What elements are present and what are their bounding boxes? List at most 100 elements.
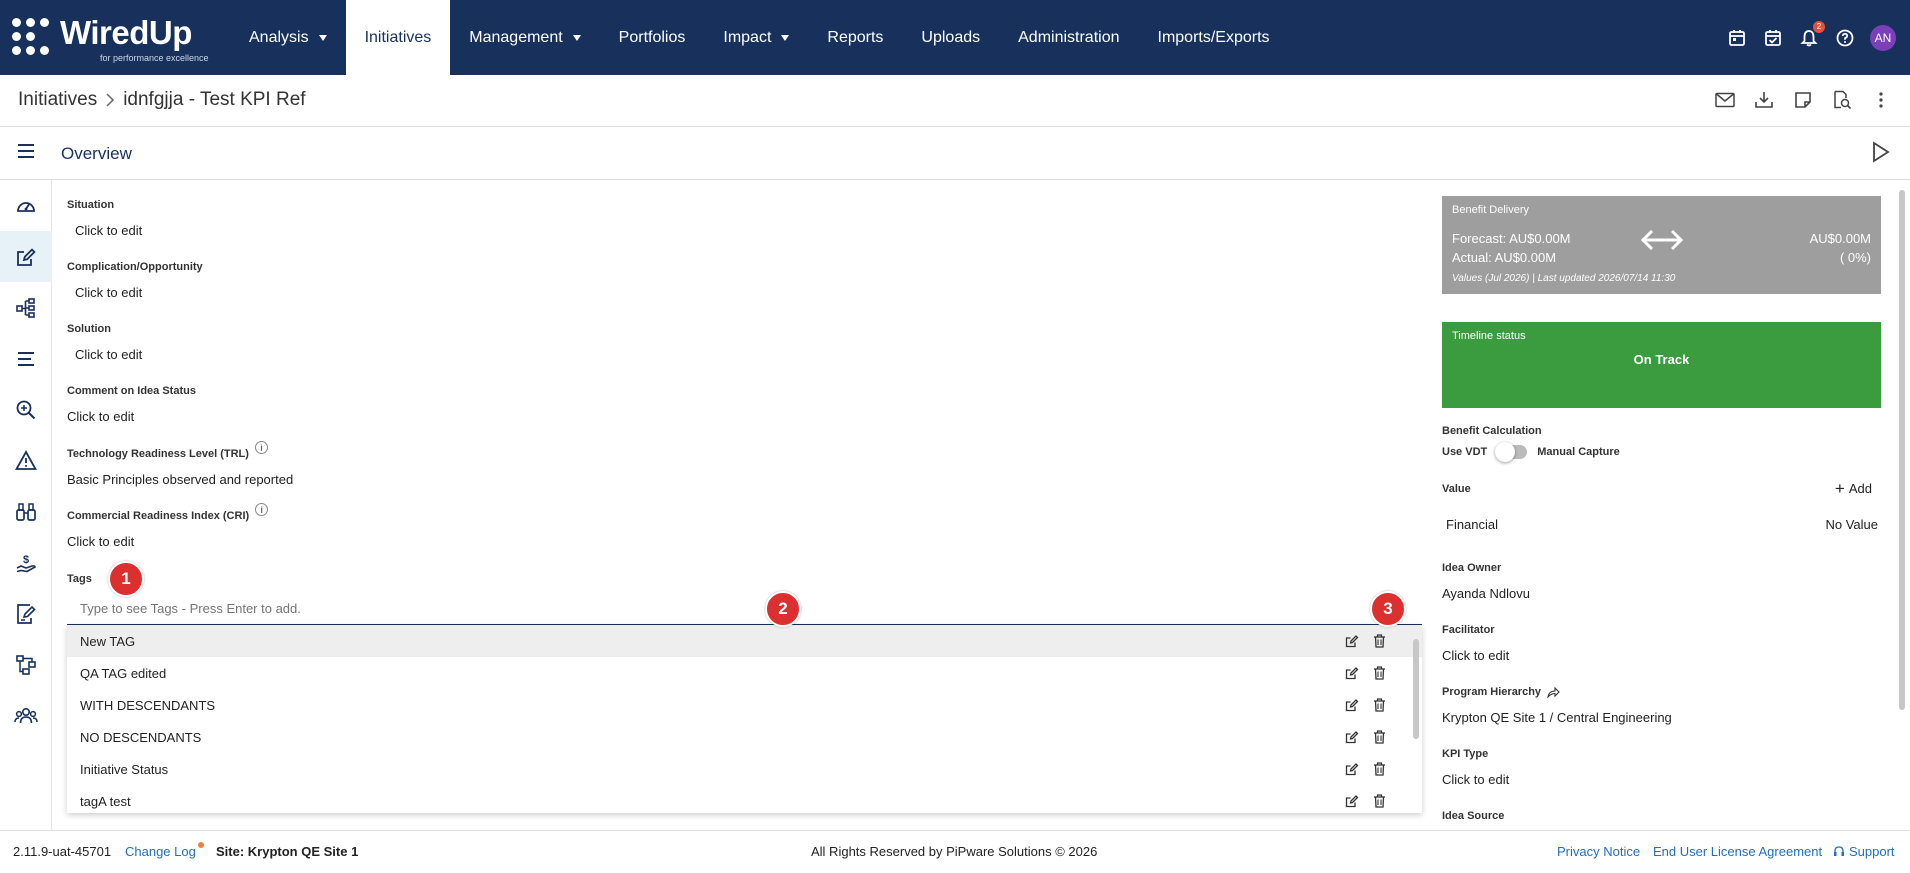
list-item[interactable]: NO DESCENDANTS	[67, 721, 1422, 753]
cri-value[interactable]: Click to edit	[67, 534, 268, 549]
solution-value[interactable]: Click to edit	[67, 347, 142, 362]
trash-icon[interactable]	[1373, 634, 1386, 648]
nav-management[interactable]: Management	[450, 0, 599, 75]
download-icon[interactable]	[1753, 89, 1775, 111]
info-icon[interactable]: i	[254, 441, 268, 454]
footer: 2.11.9-uat-45701 Change Log Site: Krypto…	[0, 830, 1910, 873]
benefit-delivery-title: Benefit Delivery	[1452, 204, 1530, 216]
tags-input[interactable]	[80, 601, 680, 616]
support-link[interactable]: Support	[1833, 844, 1895, 859]
trash-icon[interactable]	[1373, 762, 1386, 776]
edit-icon[interactable]	[1345, 698, 1359, 712]
manual-capture-label: Manual Capture	[1537, 446, 1620, 458]
comment-value[interactable]: Click to edit	[67, 409, 196, 424]
rail-dashboard-icon[interactable]	[0, 180, 52, 231]
tags-dropdown: New TAG QA TAG edited WITH DESCENDANTS N…	[67, 625, 1422, 813]
situation-label: Situation	[67, 199, 115, 211]
bell-icon[interactable]: 2	[1798, 20, 1825, 49]
list-item[interactable]: New TAG	[67, 625, 1422, 657]
list-item[interactable]: Initiative Status	[67, 753, 1422, 785]
benefit-calculation-field: Benefit Calculation Use VDT Manual Captu…	[1442, 425, 1882, 462]
version-label: 2.11.9-uat-45701	[13, 844, 112, 859]
change-log-link[interactable]: Change Log	[125, 844, 196, 859]
rail-workflow-icon[interactable]	[0, 639, 52, 690]
nav-reports[interactable]: Reports	[808, 0, 902, 75]
rail-signoff-icon[interactable]	[0, 588, 52, 639]
edit-icon[interactable]	[1345, 730, 1359, 744]
main-menu: Analysis Initiatives Management Portfoli…	[230, 0, 1289, 75]
trl-value[interactable]: Basic Principles observed and reported	[67, 472, 293, 487]
program-hierarchy-field: Program Hierarchy Krypton QE Site 1 / Ce…	[1442, 686, 1882, 725]
rail-hierarchy-icon[interactable]	[0, 282, 52, 333]
nav-portfolios[interactable]: Portfolios	[600, 0, 705, 75]
list-item[interactable]: QA TAG edited	[67, 657, 1422, 689]
rail-team-icon[interactable]	[0, 690, 52, 741]
kpi-type-value[interactable]: Click to edit	[1442, 772, 1882, 787]
hamburger-menu-icon[interactable]	[16, 142, 36, 160]
rail-warning-icon[interactable]	[0, 435, 52, 486]
trash-icon[interactable]	[1373, 698, 1386, 712]
complication-label: Complication/Opportunity	[67, 261, 203, 273]
edit-icon[interactable]	[1345, 794, 1359, 808]
overview-bar: Overview	[0, 128, 1910, 180]
copyright-text: All Rights Reserved by PiPware Solutions…	[811, 844, 1098, 859]
solution-field: Solution Click to edit	[67, 323, 142, 362]
value-label: Value	[1442, 483, 1471, 495]
program-hierarchy-value[interactable]: Krypton QE Site 1 / Central Engineering	[1442, 710, 1882, 725]
benefit-delivery-card[interactable]: Benefit Delivery Forecast: AU$0.00M Actu…	[1442, 196, 1881, 294]
add-value-button[interactable]: + Add	[1835, 480, 1872, 497]
forecast-label: Forecast: AU$0.00M	[1452, 231, 1571, 246]
calendar-check-icon[interactable]	[1762, 27, 1784, 49]
value-row[interactable]: Financial No Value	[1442, 517, 1882, 533]
nav-impact[interactable]: Impact	[704, 0, 808, 75]
benefit-calculation-toggle[interactable]	[1495, 442, 1528, 462]
tags-label: Tags	[67, 573, 92, 585]
rail-list-icon[interactable]	[0, 333, 52, 384]
more-vertical-icon[interactable]	[1870, 89, 1892, 111]
rail-benefit-hand-icon[interactable]: $	[0, 537, 52, 588]
list-item[interactable]: tagA test	[67, 785, 1422, 813]
share-icon[interactable]	[1547, 686, 1560, 698]
tags-input-box	[67, 595, 1422, 625]
note-icon[interactable]	[1792, 89, 1814, 111]
privacy-notice-link[interactable]: Privacy Notice	[1557, 844, 1640, 859]
site-label: Site: Krypton QE Site 1	[216, 844, 359, 859]
nav-initiatives[interactable]: Initiatives	[345, 0, 451, 75]
new-indicator-dot	[198, 842, 204, 848]
edit-icon[interactable]	[1345, 634, 1359, 648]
nav-analysis[interactable]: Analysis	[230, 0, 346, 75]
facilitator-field: Facilitator Click to edit	[1442, 624, 1882, 663]
situation-value[interactable]: Click to edit	[67, 223, 142, 238]
wiredup-logo[interactable]: WiredUp for performance excellence	[12, 14, 212, 64]
eula-link[interactable]: End User License Agreement	[1653, 844, 1822, 859]
idea-owner-value[interactable]: Ayanda Ndlovu	[1442, 586, 1882, 601]
page-scrollbar[interactable]	[1897, 180, 1907, 830]
email-icon[interactable]	[1714, 89, 1736, 111]
breadcrumb-root[interactable]: Initiatives	[18, 89, 97, 111]
user-avatar[interactable]: AN	[1870, 24, 1896, 51]
edit-icon[interactable]	[1345, 762, 1359, 776]
help-icon[interactable]	[1834, 27, 1856, 49]
timeline-status-card[interactable]: Timeline status On Track	[1442, 322, 1881, 408]
complication-value[interactable]: Click to edit	[67, 285, 203, 300]
document-search-icon[interactable]	[1831, 89, 1853, 111]
kpi-type-label: KPI Type	[1442, 748, 1489, 760]
info-icon[interactable]: i	[255, 503, 269, 516]
rail-edit-icon[interactable]	[0, 231, 52, 282]
trash-icon[interactable]	[1373, 666, 1386, 680]
nav-administration[interactable]: Administration	[999, 0, 1138, 75]
calendar-icon[interactable]	[1726, 27, 1748, 49]
rail-search-icon[interactable]	[0, 384, 52, 435]
double-arrow-icon	[1639, 228, 1685, 252]
play-icon[interactable]	[1870, 141, 1890, 163]
tags-scrollbar[interactable]	[1412, 629, 1420, 809]
rail-binoculars-icon[interactable]	[0, 486, 52, 537]
logo-tagline: for performance excellence	[100, 53, 209, 63]
list-item[interactable]: WITH DESCENDANTS	[67, 689, 1422, 721]
trash-icon[interactable]	[1373, 794, 1386, 808]
nav-uploads[interactable]: Uploads	[902, 0, 999, 75]
facilitator-value[interactable]: Click to edit	[1442, 648, 1882, 663]
nav-imports-exports[interactable]: Imports/Exports	[1139, 0, 1289, 75]
edit-icon[interactable]	[1345, 666, 1359, 680]
trash-icon[interactable]	[1373, 730, 1386, 744]
